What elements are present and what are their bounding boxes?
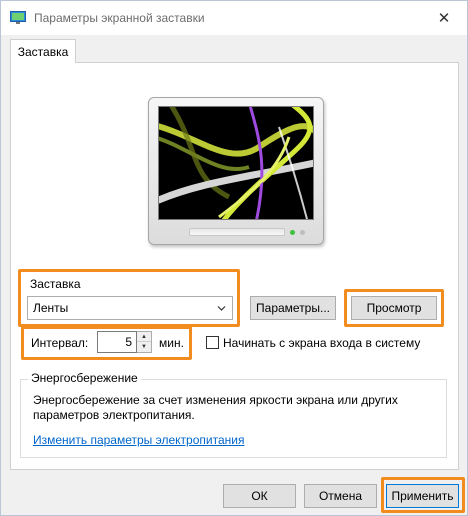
power-led-icon bbox=[290, 230, 295, 235]
screensaver-select[interactable]: Ленты bbox=[27, 296, 233, 320]
monitor-button-icon bbox=[300, 230, 305, 235]
ribbons-preview-image bbox=[159, 107, 313, 219]
interval-spinner: ▲ ▼ bbox=[137, 331, 152, 353]
spin-down-arrow-icon[interactable]: ▼ bbox=[137, 342, 151, 352]
interval-unit: мин. bbox=[159, 336, 184, 350]
apply-button-label: Применить bbox=[391, 489, 454, 503]
settings-button[interactable]: Параметры... bbox=[250, 296, 336, 320]
cancel-button-label: Отмена bbox=[318, 489, 363, 503]
title-bar[interactable]: Параметры экранной заставки ✕ bbox=[1, 1, 467, 35]
power-group-label: Энергосбережение bbox=[28, 371, 141, 385]
ok-button-label: ОК bbox=[251, 489, 268, 503]
preview-screen bbox=[158, 106, 314, 220]
preview-button[interactable]: Просмотр bbox=[351, 296, 437, 320]
interval-input[interactable]: 5 bbox=[97, 331, 137, 353]
close-button[interactable]: ✕ bbox=[421, 1, 467, 35]
power-description-line1: Энергосбережение за счет изменения яркос… bbox=[33, 393, 398, 407]
ok-button[interactable]: ОК bbox=[223, 484, 296, 508]
power-description-line2: параметров электропитания. bbox=[33, 408, 195, 422]
tab-screensaver[interactable]: Заставка bbox=[10, 39, 76, 63]
apply-button[interactable]: Применить bbox=[386, 484, 459, 508]
logon-checkbox[interactable] bbox=[206, 336, 219, 349]
display-settings-icon bbox=[10, 11, 26, 24]
power-settings-link[interactable]: Изменить параметры электропитания bbox=[33, 433, 244, 447]
chevron-down-icon bbox=[217, 306, 226, 311]
logon-checkbox-label[interactable]: Начинать с экрана входа в систему bbox=[223, 336, 420, 350]
tab-label: Заставка bbox=[17, 44, 69, 59]
screensaver-select-value: Ленты bbox=[33, 301, 69, 315]
window-title: Параметры экранной заставки bbox=[34, 11, 205, 25]
preview-button-label: Просмотр bbox=[366, 301, 422, 315]
monitor-slot bbox=[189, 228, 285, 236]
screensaver-settings-window: Параметры экранной заставки ✕ Заставка З… bbox=[0, 0, 468, 516]
monitor-preview bbox=[148, 97, 324, 245]
interval-label: Интервал: bbox=[31, 336, 89, 350]
spin-up-arrow-icon[interactable]: ▲ bbox=[137, 332, 151, 342]
settings-button-label: Параметры... bbox=[256, 301, 330, 315]
cancel-button[interactable]: Отмена bbox=[304, 484, 377, 508]
screensaver-group-label: Заставка bbox=[30, 277, 81, 291]
close-icon: ✕ bbox=[437, 10, 451, 27]
